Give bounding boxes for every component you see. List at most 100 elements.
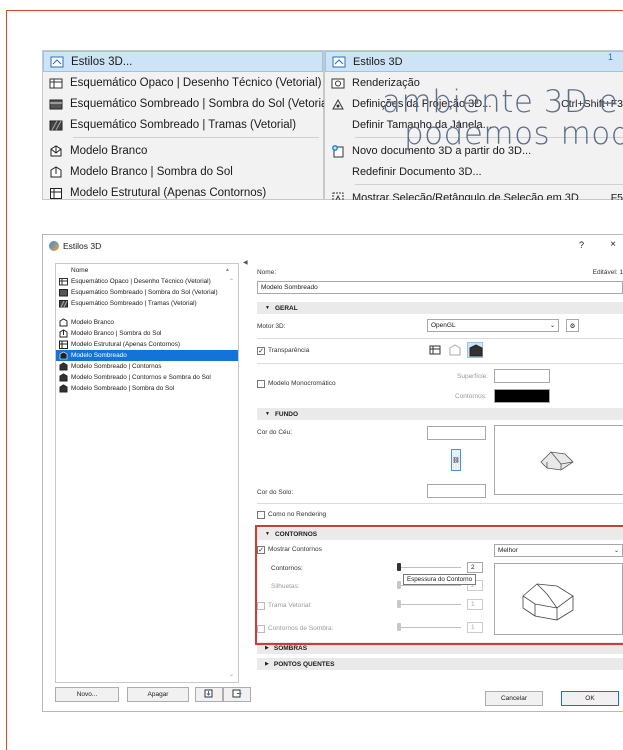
ok-button[interactable]: OK bbox=[561, 691, 619, 706]
list-item[interactable]: Modelo Estrutural (Apenas Contornos) bbox=[56, 339, 238, 350]
menu-item-label: Redefinir Documento 3D... bbox=[352, 165, 482, 178]
contours-color-label: Contornos: bbox=[455, 393, 487, 400]
import-button[interactable] bbox=[195, 687, 223, 702]
camera-icon bbox=[331, 76, 345, 90]
as-rendering-checkbox[interactable] bbox=[257, 511, 265, 519]
section-fundo[interactable]: ▼ FUNDO bbox=[257, 408, 623, 420]
projection-icon bbox=[331, 97, 345, 111]
menu-item-shaded-schematic-sun[interactable]: Esquemático Sombreado | Sombra do Sol (V… bbox=[43, 93, 334, 114]
shaded-schematic-icon bbox=[49, 97, 63, 111]
chain-link-icon: ⛓ bbox=[452, 457, 460, 464]
style-3d-icon bbox=[332, 55, 346, 69]
section-title: PONTOS QUENTES bbox=[273, 660, 335, 668]
menu-item-show-selection-3d[interactable]: Mostrar Seleção/Retângulo de Seleção em … bbox=[325, 187, 623, 200]
surface-color-swatch[interactable] bbox=[494, 369, 550, 383]
name-label: Nome: bbox=[257, 269, 277, 276]
monochrome-checkbox[interactable] bbox=[257, 380, 265, 388]
list-item-label: Modelo Estrutural (Apenas Contornos) bbox=[71, 341, 181, 348]
list-item-label: Esquemático Opaco | Desenho Técnico (Vet… bbox=[71, 278, 211, 285]
cancel-button[interactable]: Cancelar bbox=[485, 691, 543, 706]
chevron-down-icon: ▼ bbox=[265, 305, 270, 311]
engine-label: Motor 3D: bbox=[257, 323, 286, 330]
menu-separator bbox=[355, 184, 623, 185]
section-geral[interactable]: ▼ GERAL bbox=[257, 302, 623, 314]
menu-item-projection-settings[interactable]: Definições da Projeção 3D... Ctrl+Shift+… bbox=[325, 93, 623, 114]
list-item[interactable]: Esquemático Sombreado | Tramas (Vetorial… bbox=[56, 298, 238, 309]
column-name: Nome bbox=[71, 266, 89, 274]
chevron-down-icon: ▼ bbox=[265, 411, 270, 417]
sort-arrow-icon[interactable]: ▲ bbox=[225, 267, 230, 273]
menu-item-label: Esquemático Opaco | Desenho Técnico (Vet… bbox=[70, 76, 322, 89]
sky-color-swatch[interactable] bbox=[427, 426, 486, 440]
menu-item-redefine-3d-document[interactable]: Redefinir Documento 3D... bbox=[325, 161, 623, 182]
menu-item-styles-3d[interactable]: Estilos 3D... bbox=[43, 51, 323, 72]
list-item[interactable]: Modelo Branco bbox=[56, 317, 238, 328]
list-item-label: Modelo Sombreado bbox=[71, 352, 127, 359]
styles-3d-dialog: Estilos 3D ? × Nome ▲ ⌃ Esquemático Opac… bbox=[42, 234, 623, 712]
panel-collapse-icon[interactable]: ◀ bbox=[243, 259, 248, 266]
list-buttons: Novo... Apagar bbox=[55, 687, 251, 705]
shaded-hatch-icon bbox=[49, 118, 63, 132]
transparency-checkbox[interactable]: ✓ bbox=[257, 347, 265, 355]
menu-area: Estilos 3D... Esquemático Opaco | Desenh… bbox=[42, 50, 623, 200]
list-item[interactable]: Modelo Sombreado | Contornos e Sombra do… bbox=[56, 372, 238, 383]
link-colors-button[interactable]: ⛓ bbox=[451, 449, 461, 471]
white-model-sun-icon bbox=[49, 165, 63, 179]
ground-color-swatch[interactable] bbox=[427, 484, 486, 498]
menu-item-white-model[interactable]: Modelo Branco bbox=[43, 140, 323, 161]
shading-mode-white-icon[interactable] bbox=[449, 344, 461, 358]
menu-item-shaded-hatch[interactable]: Esquemático Sombreado | Tramas (Vetorial… bbox=[43, 114, 323, 135]
shaded-hatch-icon bbox=[59, 299, 68, 308]
list-item-label: Modelo Branco | Sombra do Sol bbox=[71, 330, 162, 337]
section-title: GERAL bbox=[274, 304, 298, 312]
menu-item-window-size[interactable]: Definir Tamanho da Janela... bbox=[325, 114, 623, 135]
house-preview-icon bbox=[540, 451, 574, 471]
menu-item-new-3d-document[interactable]: Novo documento 3D a partir do 3D... bbox=[325, 140, 623, 161]
list-item[interactable]: Esquemático Sombreado | Sombra do Sol (V… bbox=[56, 287, 238, 298]
white-model-sun-icon bbox=[59, 329, 68, 338]
list-header[interactable]: Nome ▲ bbox=[56, 264, 238, 276]
scroll-down-icon[interactable]: ⌄ bbox=[229, 671, 234, 678]
delete-button[interactable]: Apagar bbox=[127, 687, 189, 702]
engine-value: OpenGL bbox=[431, 322, 456, 329]
list-item[interactable]: Modelo Branco | Sombra do Sol bbox=[56, 328, 238, 339]
list-item[interactable]: Modelo Sombreado | Sombra do Sol bbox=[56, 383, 238, 394]
dialog-title: Estilos 3D bbox=[63, 241, 102, 251]
selection-3d-icon bbox=[331, 191, 345, 200]
contours-color-swatch[interactable] bbox=[494, 389, 550, 403]
menu-item-label: Modelo Branco bbox=[70, 144, 148, 157]
menu-shortcut: F5 bbox=[610, 191, 623, 201]
menu-item-label: Esquemático Sombreado | Sombra do Sol (V… bbox=[70, 97, 334, 110]
shaded-schematic-icon bbox=[59, 288, 68, 297]
chevron-down-icon: ⌄ bbox=[549, 323, 555, 329]
menu-item-rendering[interactable]: Renderização bbox=[325, 72, 623, 93]
section-pontos-quentes[interactable]: ▶ PONTOS QUENTES bbox=[257, 658, 623, 670]
list-item[interactable]: Esquemático Opaco | Desenho Técnico (Vet… bbox=[56, 276, 238, 287]
close-button[interactable]: × bbox=[610, 239, 616, 250]
shading-mode-opaque-icon[interactable] bbox=[429, 344, 441, 358]
list-item-selected[interactable]: Modelo Sombreado bbox=[56, 350, 238, 361]
list-item[interactable]: Modelo Sombreado | Contornos bbox=[56, 361, 238, 372]
menu-separator bbox=[73, 137, 319, 138]
engine-select[interactable]: OpenGL ⌄ bbox=[427, 319, 559, 332]
shading-mode-shaded-button[interactable] bbox=[467, 342, 483, 358]
style-list: Nome ▲ ⌃ Esquemático Opaco | Desenho Téc… bbox=[55, 263, 239, 683]
menu-item-label: Definições da Projeção 3D... bbox=[352, 97, 492, 110]
menu-item-styles-3d-submenu[interactable]: Estilos 3D ▶ bbox=[325, 51, 623, 72]
scroll-up-icon[interactable]: ⌃ bbox=[229, 278, 234, 285]
menu-item-label: Definir Tamanho da Janela... bbox=[352, 118, 492, 131]
list-item-label: Esquemático Sombreado | Tramas (Vetorial… bbox=[71, 300, 197, 307]
menu-item-label: Modelo Estrutural (Apenas Contornos) bbox=[70, 186, 267, 199]
export-button[interactable] bbox=[223, 687, 251, 702]
menu-item-opaque-schematic[interactable]: Esquemático Opaco | Desenho Técnico (Vet… bbox=[43, 72, 323, 93]
editable-label: Editável: 1 bbox=[592, 269, 623, 276]
list-item-label: Modelo Branco bbox=[71, 319, 114, 326]
engine-settings-button[interactable]: ⚙ bbox=[566, 319, 579, 332]
help-button[interactable]: ? bbox=[579, 240, 584, 250]
as-rendering-label: Como no Rendering bbox=[268, 511, 327, 518]
name-input[interactable]: Modelo Sombreado bbox=[257, 281, 623, 294]
menu-item-white-model-sun[interactable]: Modelo Branco | Sombra do Sol bbox=[43, 161, 323, 182]
new-button[interactable]: Novo... bbox=[55, 687, 119, 702]
menu-item-structural-model[interactable]: Modelo Estrutural (Apenas Contornos) bbox=[43, 182, 323, 200]
menu-item-label: Esquemático Sombreado | Tramas (Vetorial… bbox=[70, 118, 297, 131]
